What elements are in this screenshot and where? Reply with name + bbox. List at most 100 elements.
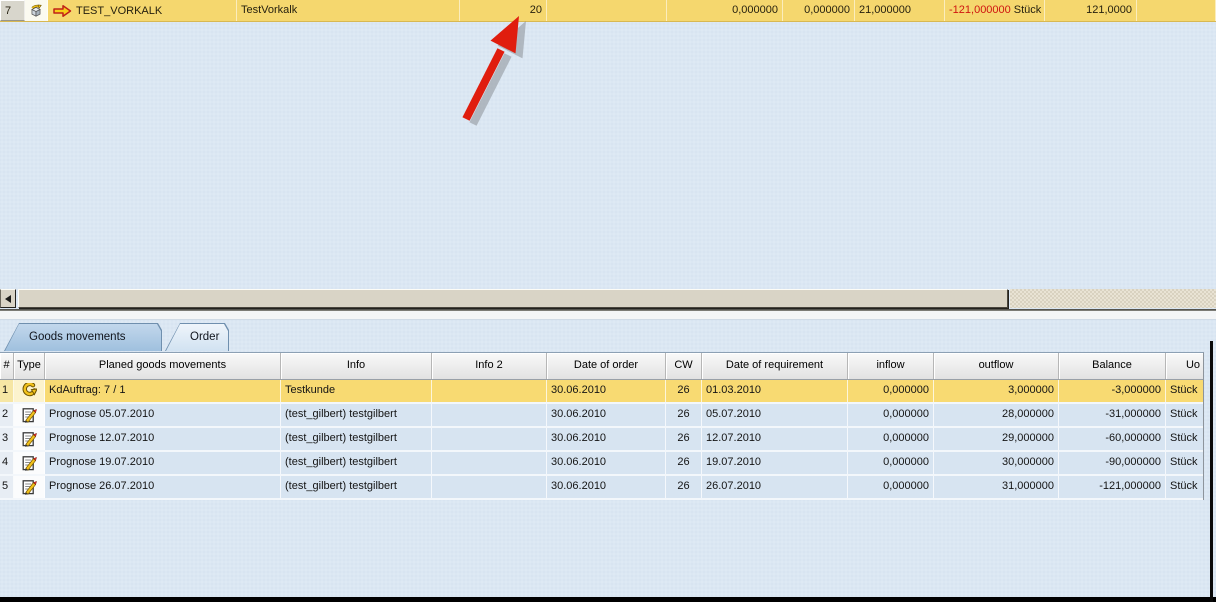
total-value: 121,0000	[1045, 0, 1137, 21]
balance-value: -121,000000	[949, 4, 1011, 16]
unit-of-measure: Stück	[1166, 452, 1203, 474]
row-num: 4	[0, 452, 14, 474]
col-header-date-of-requirement[interactable]: Date of requirement	[702, 353, 848, 379]
unit-of-measure: Stück	[1166, 476, 1203, 498]
date-of-order: 30.06.2010	[547, 380, 666, 402]
col-header-balance[interactable]: Balance	[1059, 353, 1166, 379]
col-header-info2[interactable]: Info 2	[432, 353, 547, 379]
calendar-week: 26	[666, 452, 702, 474]
prognosis-edit-icon	[22, 431, 37, 447]
col-header-num[interactable]: #	[0, 353, 14, 379]
part-name: TEST_VORKALK	[76, 1, 162, 21]
tab-order[interactable]: Order	[165, 323, 229, 351]
col-header-planed[interactable]: Planed goods movements	[45, 353, 281, 379]
part-name-cell: TEST_VORKALK	[48, 0, 237, 21]
table-row[interactable]: 1 KdAuftrag: 7 / 1 Testkunde 30.06.2010 …	[0, 380, 1203, 404]
value-a: 0,000000	[667, 0, 783, 21]
info2	[432, 476, 547, 498]
mrp-parts-list-screen: 7 TEST_VORKALK TestVorkalk 20 0,000000 0…	[0, 0, 1216, 602]
customer-order-icon-cell	[14, 380, 45, 402]
assembly-cube-icon	[29, 2, 43, 20]
info2	[432, 428, 547, 450]
goods-movements-table: # Type Planed goods movements Info Info …	[0, 352, 1204, 500]
prognosis-edit-icon	[22, 455, 37, 471]
date-of-requirement: 12.07.2010	[702, 428, 848, 450]
col-header-outflow[interactable]: outflow	[934, 353, 1059, 379]
row-num: 1	[0, 380, 14, 402]
balance: -121,000000	[1059, 476, 1166, 498]
inflow: 0,000000	[848, 452, 934, 474]
col-header-cw[interactable]: CW	[666, 353, 702, 379]
outflow: 3,000000	[934, 380, 1059, 402]
transfer-arrow-right-icon	[52, 4, 72, 18]
info: (test_gilbert) testgilbert	[281, 452, 432, 474]
scrollbar-left-arrow-button[interactable]	[0, 289, 16, 308]
info2	[432, 380, 547, 402]
col-header-type[interactable]: Type	[14, 353, 45, 379]
value-c: 21,000000	[855, 0, 945, 21]
date-of-order: 30.06.2010	[547, 452, 666, 474]
tab-label: Order	[165, 323, 229, 351]
info: (test_gilbert) testgilbert	[281, 404, 432, 426]
balance: -31,000000	[1059, 404, 1166, 426]
inflow: 0,000000	[848, 476, 934, 498]
table-row[interactable]: 4 Prognose 19.07.2010 (test_gilbert) tes…	[0, 452, 1203, 476]
screenshot-bottom-border	[0, 597, 1216, 602]
outflow: 28,000000	[934, 404, 1059, 426]
info: (test_gilbert) testgilbert	[281, 428, 432, 450]
calendar-week: 26	[666, 404, 702, 426]
parts-list-selected-row[interactable]: 7 TEST_VORKALK TestVorkalk 20 0,000000 0…	[0, 0, 1216, 22]
table-row[interactable]: 2 Prognose 05.07.2010 (test_gilbert) tes…	[0, 404, 1203, 428]
panel-divider	[0, 310, 1216, 320]
prognosis-edit-icon	[22, 407, 37, 423]
outflow: 29,000000	[934, 428, 1059, 450]
outflow: 30,000000	[934, 452, 1059, 474]
col-header-inflow[interactable]: inflow	[848, 353, 934, 379]
date-of-requirement: 05.07.2010	[702, 404, 848, 426]
prognosis-edit-icon-cell	[14, 428, 45, 450]
col-header-info[interactable]: Info	[281, 353, 432, 379]
balance: -3,000000	[1059, 380, 1166, 402]
part-quantity: 20	[460, 0, 547, 21]
inflow: 0,000000	[848, 428, 934, 450]
planed-goods-movement: Prognose 26.07.2010	[45, 476, 281, 498]
col-header-date-of-order[interactable]: Date of order	[547, 353, 666, 379]
row-num: 3	[0, 428, 14, 450]
prognosis-edit-icon-cell	[14, 452, 45, 474]
left-triangle-icon	[5, 295, 11, 303]
calendar-week: 26	[666, 476, 702, 498]
balance-cell: -121,000000Stück	[945, 0, 1045, 21]
table-row[interactable]: 3 Prognose 12.07.2010 (test_gilbert) tes…	[0, 428, 1203, 452]
date-of-requirement: 19.07.2010	[702, 452, 848, 474]
planed-goods-movement: Prognose 05.07.2010	[45, 404, 281, 426]
unit-of-measure: Stück	[1166, 428, 1203, 450]
tab-label: Goods movements	[4, 323, 162, 351]
outflow: 31,000000	[934, 476, 1059, 498]
prognosis-edit-icon	[22, 479, 37, 495]
col-header-uom[interactable]: Uo	[1166, 353, 1203, 379]
scrollbar-track[interactable]	[1010, 289, 1216, 308]
row-num: 2	[0, 404, 14, 426]
empty-cell	[1137, 0, 1216, 21]
prognosis-edit-icon-cell	[14, 404, 45, 426]
info: (test_gilbert) testgilbert	[281, 476, 432, 498]
inflow: 0,000000	[848, 380, 934, 402]
date-of-requirement: 26.07.2010	[702, 476, 848, 498]
tab-goods-movements[interactable]: Goods movements	[4, 323, 162, 351]
empty-cell	[547, 0, 667, 21]
balance: -90,000000	[1059, 452, 1166, 474]
date-of-order: 30.06.2010	[547, 404, 666, 426]
balance: -60,000000	[1059, 428, 1166, 450]
balance-unit: Stück	[1014, 4, 1042, 16]
table-header-row: # Type Planed goods movements Info Info …	[0, 353, 1203, 380]
planed-goods-movement: Prognose 19.07.2010	[45, 452, 281, 474]
date-of-order: 30.06.2010	[547, 476, 666, 498]
row-number: 7	[0, 0, 25, 21]
part-description: TestVorkalk	[237, 0, 460, 21]
scrollbar-thumb[interactable]	[18, 289, 1008, 308]
table-row[interactable]: 5 Prognose 26.07.2010 (test_gilbert) tes…	[0, 476, 1203, 500]
planed-goods-movement: KdAuftrag: 7 / 1	[45, 380, 281, 402]
unit-of-measure: Stück	[1166, 380, 1203, 402]
calendar-week: 26	[666, 380, 702, 402]
info2	[432, 404, 547, 426]
